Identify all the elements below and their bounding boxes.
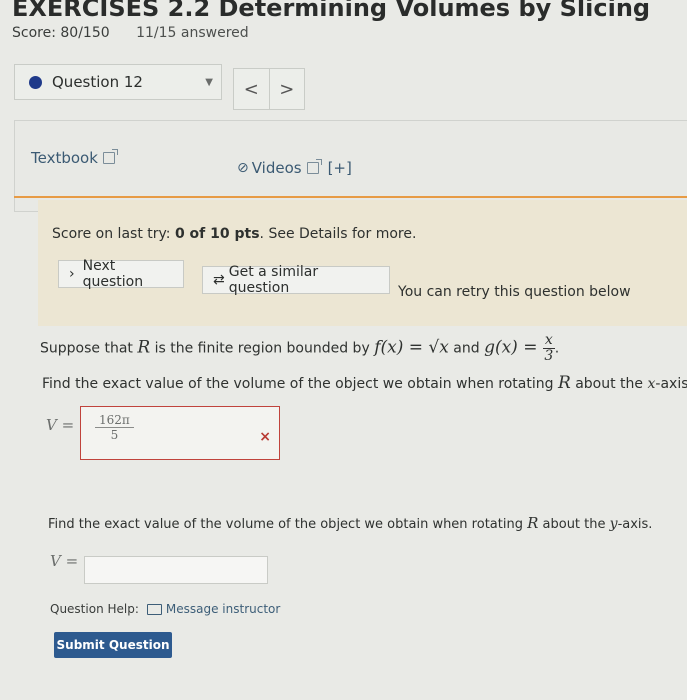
statement-text: is the finite region bounded by [150,340,375,357]
last-try-suffix: . See Details for more. [259,226,417,242]
videos-link[interactable]: ⊘ Videos [+] [237,159,352,177]
help-resources-bar: Textbook ⊘ Videos [+] [14,120,687,212]
next-question-arrow-button[interactable]: > [268,69,305,109]
divider [14,196,687,198]
prompt-text: -axis. [617,517,653,532]
paperclip-icon: ⊘ [237,160,249,176]
submit-question-button[interactable]: Submit Question [54,632,172,658]
answer-numerator: 162π [95,413,134,428]
prompt-text: Find the exact value of the volume of th… [48,517,528,532]
statement-text: and [448,340,485,357]
answer-input-y-axis[interactable] [84,556,268,584]
question-help-label: Question Help: [50,602,139,616]
question-help: Question Help: Message instructor [50,602,280,616]
videos-label: Videos [251,159,302,177]
prompt-text: -axis. [655,376,687,392]
question-statement: Suppose that R is the finite region boun… [40,333,559,364]
volume-label: V = [46,416,75,434]
score-text: Score: 80/150 [12,25,110,41]
statement-text: Suppose that [40,340,138,357]
similar-question-button[interactable]: ⇄ Get a similar question [202,264,390,296]
status-dot-icon [29,75,42,89]
chevron-right-icon: › [69,266,75,282]
refresh-icon: ⇄ [213,272,225,288]
textbook-label: Textbook [31,149,98,167]
incorrect-icon: × [259,429,271,445]
message-instructor-label: Message instructor [165,602,281,616]
similar-question-label: Get a similar question [228,264,319,296]
expand-videos-toggle[interactable]: [+] [328,159,352,177]
page-title: EXERCISES 2.2 Determining Volumes by Sli… [12,0,651,22]
statement-text: . [554,340,560,357]
retry-message: You can retry this question below [398,284,631,300]
textbook-link[interactable]: Textbook [31,149,118,167]
prompt-y-axis: Find the exact value of the volume of th… [48,514,652,532]
last-try-score: Score on last try: 0 of 10 pts. See Deta… [52,226,416,242]
volume-label: V = [50,552,79,570]
question-selector-label: Question 12 [52,73,143,91]
external-link-icon [102,149,118,164]
g-definition: g(x) = [484,337,543,358]
answer-input-x-axis[interactable]: 162π 5 × [80,406,280,460]
answer-denominator: 5 [110,428,119,442]
score-summary: Score: 80/150 11/15 answered [12,25,249,41]
prompt-text: about the [570,376,648,392]
next-question-button[interactable]: › Next question [58,258,184,290]
question-nav: < > [233,68,305,110]
caret-down-icon: ▼ [205,76,213,88]
g-numerator: x [542,332,555,349]
external-link-icon [306,159,322,174]
prompt-text: Find the exact value of the volume of th… [42,376,558,392]
axis-symbol: y [609,516,618,532]
last-try-points: 0 of 10 pts [174,226,260,242]
last-try-prefix: Score on last try: [52,226,175,242]
f-definition: f(x) = √x [374,337,449,358]
prompt-text: about the [538,517,610,532]
region-symbol: R [527,514,539,532]
previous-question-button[interactable]: < [234,69,269,109]
mail-icon [146,603,162,615]
question-selector[interactable]: Question 12 ▼ [14,64,222,100]
answered-count: 11/15 answered [136,25,249,41]
region-symbol: R [557,373,571,393]
region-symbol: R [137,337,151,358]
message-instructor-link[interactable]: Message instructor [146,602,281,616]
next-question-label: Next question [82,258,144,290]
g-denominator: 3 [544,348,554,364]
answer-fraction: 162π 5 [95,413,134,442]
last-try-panel: Score on last try: 0 of 10 pts. See Deta… [38,200,687,326]
prompt-x-axis: Find the exact value of the volume of th… [42,373,687,393]
g-fraction: x3 [542,332,555,364]
